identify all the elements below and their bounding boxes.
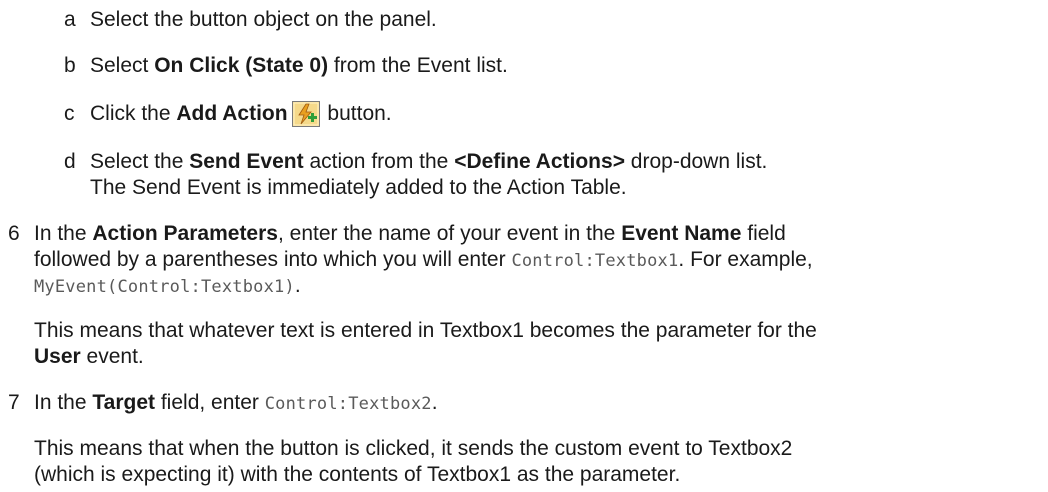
text-segment: field (741, 222, 786, 245)
text-segment: Click the (90, 102, 177, 125)
step-explanation: User event. (34, 344, 144, 370)
step-text: MyEvent(Control:Textbox1). (34, 273, 301, 299)
step-marker: 7 (8, 391, 20, 414)
ui-term: <Define Actions> (454, 150, 625, 173)
step-marker: c (64, 102, 75, 125)
ui-term: Add Action (176, 102, 288, 125)
code-snippet: Control:Textbox1 (511, 251, 679, 271)
text-segment: Select the (90, 150, 190, 173)
step-explanation: This means that when the button is click… (34, 437, 793, 460)
step-text: In the Action Parameters, enter the name… (34, 221, 786, 247)
ui-term: On Click (State 0) (154, 54, 329, 77)
step-note: The Send Event is immediately added to t… (90, 176, 627, 199)
text-segment: drop-down list. (624, 150, 768, 173)
text-segment: from the Event list. (328, 54, 508, 77)
code-snippet: Control:Textbox2 (264, 394, 432, 414)
step-text: Select On Click (State 0) from the Event… (90, 53, 508, 79)
step-text: followed by a parentheses into which you… (34, 247, 813, 273)
ui-term: Target (92, 391, 156, 414)
step-explanation: This means that whatever text is entered… (34, 319, 817, 342)
text-segment: Select (90, 54, 155, 77)
step-marker: d (64, 150, 76, 173)
step-explanation: (which is expecting it) with the content… (34, 463, 681, 486)
step-marker: b (64, 54, 76, 77)
ui-term: Action Parameters (92, 222, 278, 245)
text-segment: followed by a parentheses into which you… (34, 248, 512, 271)
text-segment: . (431, 391, 438, 414)
text-segment: button. (321, 102, 392, 125)
text-segment: . For example, (678, 248, 813, 271)
ui-term: Event Name (621, 222, 742, 245)
step-text: Select the button object on the panel. (90, 8, 437, 31)
text-segment: action from the (303, 150, 455, 173)
step-marker: a (64, 8, 76, 31)
step-text: Select the Send Event action from the <D… (90, 149, 767, 175)
ui-term: Send Event (189, 150, 304, 173)
text-segment: In the (34, 222, 93, 245)
text-segment: , enter the name of your event in the (277, 222, 622, 245)
step-marker: 6 (8, 222, 20, 245)
add-action-icon (291, 101, 320, 127)
step-text: Click the Add Action button. (90, 101, 392, 133)
text-segment: . (294, 274, 301, 297)
text-segment: In the (34, 391, 93, 414)
code-snippet: MyEvent(Control:Textbox1) (34, 277, 295, 297)
ui-term: User (34, 345, 81, 368)
text-segment: field, enter (155, 391, 265, 414)
step-text: In the Target field, enter Control:Textb… (34, 390, 438, 416)
text-segment: event. (80, 345, 144, 368)
